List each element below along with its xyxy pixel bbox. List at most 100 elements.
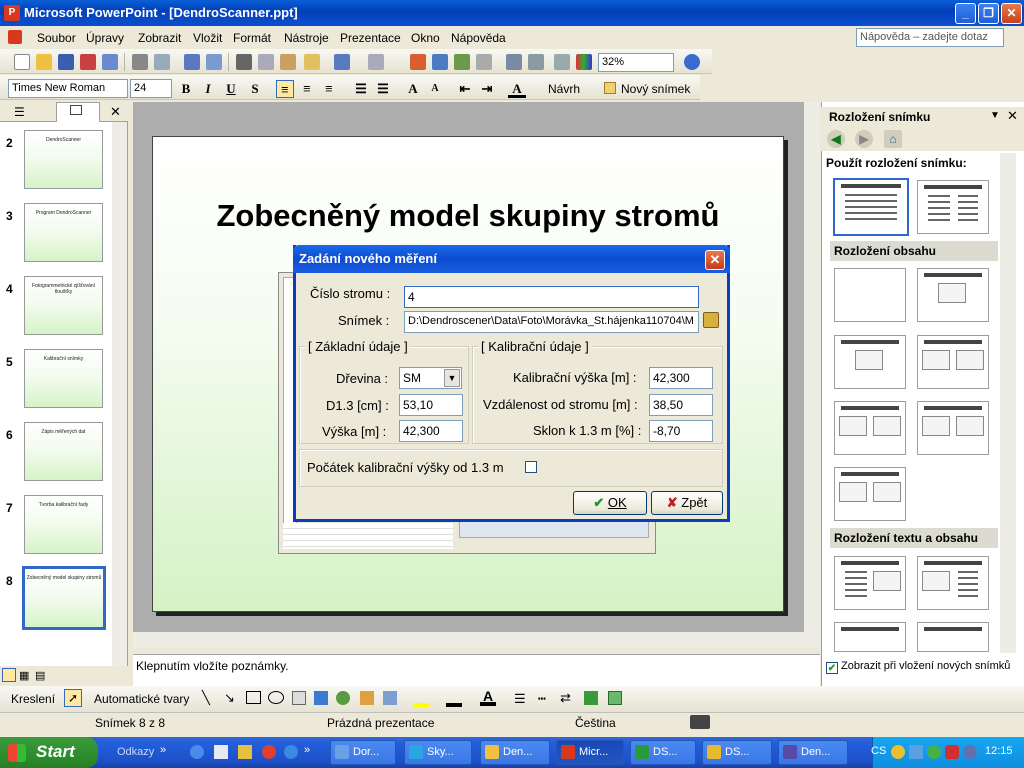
select-objects-icon[interactable]: ➚ <box>64 689 82 707</box>
pocatek-checkbox[interactable] <box>525 461 537 473</box>
minimize-button[interactable]: _ <box>955 3 976 24</box>
new-slide-button[interactable]: Nový snímek <box>621 82 690 96</box>
tray-icon[interactable] <box>909 745 923 759</box>
align-center-icon[interactable]: ≡ <box>298 80 316 98</box>
line-style-icon[interactable]: ☰ <box>514 691 526 707</box>
slide-title[interactable]: Zobecněný model skupiny stromů <box>152 198 784 234</box>
font-color-draw-icon[interactable]: A <box>480 688 496 706</box>
menu-format[interactable]: Formát <box>233 31 271 45</box>
expand-all-icon[interactable] <box>506 54 522 70</box>
paste-icon[interactable] <box>280 54 296 70</box>
new-slide-icon[interactable] <box>604 82 616 94</box>
chevron-right-icon[interactable]: » <box>304 744 310 756</box>
ellipse-icon[interactable] <box>268 691 284 704</box>
save-icon[interactable] <box>58 54 74 70</box>
print-preview-icon[interactable] <box>154 54 170 70</box>
layout-four-content[interactable] <box>917 401 989 455</box>
layout-two-column-text[interactable] <box>917 180 989 234</box>
shadow-style-icon[interactable] <box>584 691 598 705</box>
notes-pane[interactable]: Klepnutím vložíte poznámky. <box>133 654 820 686</box>
back-button[interactable]: ✘ Zpět <box>651 491 723 515</box>
diagram-icon[interactable] <box>336 691 350 705</box>
help-search-input[interactable]: Nápověda – zadejte dotaz <box>856 28 1004 47</box>
decrease-font-icon[interactable]: A <box>426 80 444 98</box>
clipart-icon[interactable] <box>360 691 374 705</box>
task-button[interactable]: Sky... <box>404 740 472 765</box>
arrow-icon[interactable]: ↘ <box>224 690 235 706</box>
slideshow-icon[interactable]: ▤ <box>35 669 45 682</box>
document-icon[interactable] <box>8 30 22 44</box>
quicklaunch-folder-icon[interactable] <box>238 745 252 759</box>
increase-font-icon[interactable]: A <box>404 80 422 98</box>
help-icon[interactable] <box>684 54 700 70</box>
tray-icon[interactable] <box>891 745 905 759</box>
layout-text-two-content[interactable] <box>834 622 906 652</box>
open-icon[interactable] <box>36 54 52 70</box>
fill-color-icon[interactable] <box>414 689 430 707</box>
task-pane-scrollbar[interactable] <box>1000 153 1016 653</box>
close-pane-icon[interactable]: ✕ <box>110 104 121 120</box>
slide-thumbnail-selected[interactable]: Zobecněný model skupiny stromů <box>22 566 106 630</box>
quicklaunch-app-icon[interactable] <box>214 745 228 759</box>
quicklaunch-chrome-icon[interactable] <box>262 745 276 759</box>
menu-nastroje[interactable]: Nástroje <box>284 31 329 45</box>
underline-button[interactable]: U <box>222 80 240 98</box>
ok-button[interactable]: ✔ OK <box>573 491 647 515</box>
bold-button[interactable]: B <box>177 80 195 98</box>
task-button[interactable]: Den... <box>778 740 848 765</box>
show-on-insert-option[interactable]: ✔ Zobrazit při vložení nových snímků <box>826 660 1010 674</box>
permission-icon[interactable] <box>80 54 96 70</box>
slide-thumbnail[interactable]: Tvorba kalibrační řady <box>24 495 103 554</box>
d13-input[interactable]: 53,10 <box>399 394 463 416</box>
autoshapes-menu[interactable]: Automatické tvary <box>94 692 189 706</box>
task-button[interactable]: Den... <box>480 740 550 765</box>
dash-style-icon[interactable]: ┅ <box>538 691 546 707</box>
chevron-down-icon[interactable]: ▼ <box>444 369 460 387</box>
research-icon[interactable] <box>206 54 222 70</box>
task-button[interactable]: Dor... <box>330 740 396 765</box>
close-button[interactable]: ✕ <box>1001 3 1022 24</box>
menu-prezentace[interactable]: Prezentace <box>340 31 401 45</box>
shadow-button[interactable]: S <box>246 80 264 98</box>
vyska-input[interactable]: 42,300 <box>399 420 463 442</box>
show-on-insert-checkbox[interactable]: ✔ <box>826 662 838 674</box>
new-icon[interactable] <box>14 54 30 70</box>
vzdalenost-input[interactable]: 38,50 <box>649 394 713 416</box>
tray-icon[interactable] <box>963 745 977 759</box>
draw-menu[interactable]: Kreslení <box>11 692 55 706</box>
menu-upravy[interactable]: Úpravy <box>86 31 124 45</box>
design-button[interactable]: Návrh <box>548 82 580 96</box>
layout-four-objects[interactable] <box>834 467 906 521</box>
quicklaunch-ie-icon[interactable] <box>284 745 298 759</box>
increase-indent-icon[interactable]: ⇥ <box>478 80 496 98</box>
align-left-icon[interactable]: ≡ <box>276 80 294 98</box>
security-shield-icon[interactable] <box>945 745 959 759</box>
undo-icon[interactable] <box>334 54 350 70</box>
slide-sorter-icon[interactable]: ▦ <box>19 669 29 682</box>
numbering-icon[interactable]: ☰ <box>352 80 370 98</box>
menu-soubor[interactable]: Soubor <box>37 31 76 45</box>
folder-browse-icon[interactable] <box>703 312 719 328</box>
layout-content-text[interactable] <box>917 556 989 610</box>
align-right-icon[interactable]: ≡ <box>320 80 338 98</box>
layout-title-content[interactable] <box>917 268 989 322</box>
slides-pane-scrollbar[interactable] <box>112 122 127 666</box>
print-icon[interactable] <box>132 54 148 70</box>
language-indicator[interactable]: CS <box>871 745 886 757</box>
3d-style-icon[interactable] <box>608 691 622 705</box>
layout-blank[interactable] <box>834 268 906 322</box>
show-formatting-icon[interactable] <box>528 54 544 70</box>
wordart-icon[interactable] <box>314 691 328 705</box>
arrow-style-icon[interactable]: ⇄ <box>560 690 571 706</box>
redo-icon[interactable] <box>368 54 384 70</box>
format-painter-icon[interactable] <box>304 54 320 70</box>
line-icon[interactable]: ╲ <box>202 690 210 706</box>
snimek-input[interactable]: D:\Dendroscener\Data\Foto\Morávka_St.háj… <box>404 311 699 333</box>
normal-view-icon[interactable] <box>2 668 16 682</box>
email-icon[interactable] <box>102 54 118 70</box>
font-size-select[interactable]: 24 <box>130 79 172 98</box>
menu-zobrazit[interactable]: Zobrazit <box>138 31 181 45</box>
tree-number-input[interactable]: 4 <box>404 286 699 308</box>
dialog-close-button[interactable]: ✕ <box>705 250 725 270</box>
font-select[interactable]: Times New Roman <box>8 79 128 98</box>
